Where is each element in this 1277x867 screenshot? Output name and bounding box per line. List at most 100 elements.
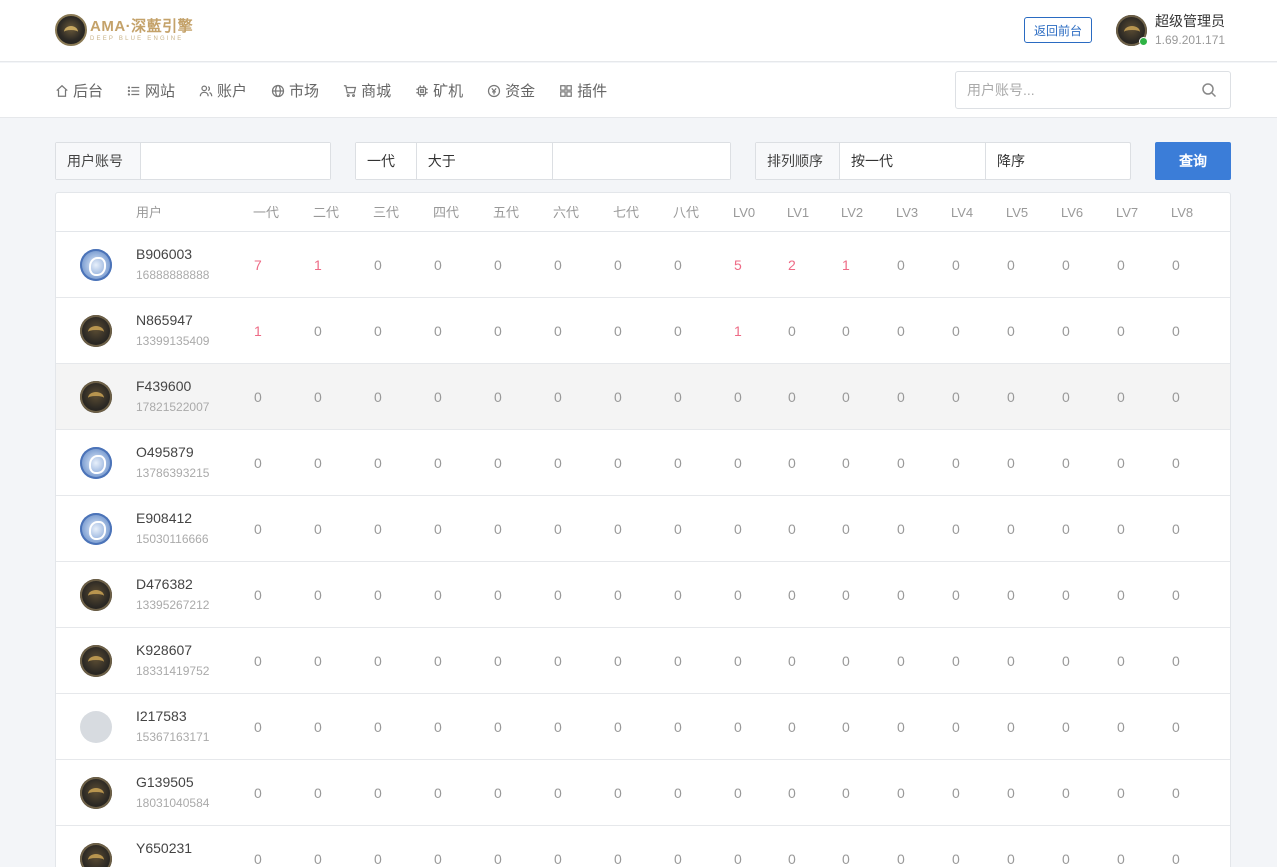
table-row[interactable]: O495879 13786393215 0 0 0 0 0 0 0 0 0 0 0 0 0 0 0 0 0 — [56, 430, 1230, 496]
count-cell: 0 — [374, 521, 382, 537]
user-phone: 13395267212 — [136, 598, 210, 612]
column-header: LV8 — [1171, 205, 1194, 220]
nav-item-4[interactable]: 商城 — [343, 80, 391, 101]
count-cell: 0 — [897, 653, 905, 669]
user-phone: 18331419752 — [136, 664, 210, 678]
count-cell: 0 — [434, 521, 442, 537]
count-cell: 0 — [788, 719, 796, 735]
account-filter: 用户账号 — [55, 142, 331, 180]
count-cell: 0 — [254, 851, 262, 867]
count-cell: 0 — [1117, 587, 1125, 603]
table-row[interactable]: B906003 16888888888 7 1 0 0 0 0 0 0 5 2 1 0 0 0 0 0 0 — [56, 232, 1230, 298]
count-cell: 0 — [842, 587, 850, 603]
count-cell: 0 — [1117, 521, 1125, 537]
user-account[interactable]: Y650231 — [136, 839, 192, 857]
count-cell: 0 — [374, 587, 382, 603]
search-icon[interactable] — [1201, 82, 1217, 98]
generation-select[interactable]: 一代 — [356, 143, 417, 179]
count-cell: 0 — [674, 851, 682, 867]
count-cell: 0 — [1007, 719, 1015, 735]
search-input[interactable] — [956, 72, 1201, 108]
avatar — [80, 447, 112, 479]
count-cell: 0 — [1172, 719, 1180, 735]
user-account[interactable]: I217583 — [136, 707, 187, 725]
avatar — [80, 711, 112, 743]
count-cell: 0 — [674, 587, 682, 603]
count-cell: 0 — [897, 257, 905, 273]
count-cell: 0 — [614, 455, 622, 471]
column-header: LV7 — [1116, 205, 1139, 220]
count-cell: 0 — [897, 521, 905, 537]
count-cell: 0 — [1062, 455, 1070, 471]
count-cell: 0 — [314, 323, 322, 339]
user-name: 超级管理员 — [1155, 13, 1225, 29]
user-account[interactable]: N865947 — [136, 311, 193, 329]
list-icon — [127, 85, 140, 96]
nav-item-7[interactable]: 插件 — [559, 80, 607, 101]
count-cell: 0 — [614, 521, 622, 537]
table-row[interactable]: K928607 18331419752 0 0 0 0 0 0 0 0 0 0 0 0 0 0 0 0 0 — [56, 628, 1230, 694]
avatar — [80, 645, 112, 677]
count-cell: 0 — [897, 455, 905, 471]
table-row[interactable]: D476382 13395267212 0 0 0 0 0 0 0 0 0 0 0 0 0 0 0 0 0 — [56, 562, 1230, 628]
user-account[interactable]: F439600 — [136, 377, 191, 395]
sort-direction-select[interactable]: 降序 — [986, 143, 1130, 179]
count-cell: 0 — [674, 455, 682, 471]
table-row[interactable]: Y650231 0 0 0 0 0 0 0 0 0 0 0 0 0 0 0 0 0 — [56, 826, 1230, 867]
count-cell: 0 — [374, 389, 382, 405]
table-row[interactable]: G139505 18031040584 0 0 0 0 0 0 0 0 0 0 0 0 0 0 0 0 0 — [56, 760, 1230, 826]
count-cell: 0 — [1117, 455, 1125, 471]
nav-item-label: 市场 — [289, 83, 320, 100]
user-account[interactable]: G139505 — [136, 773, 194, 791]
count-cell: 0 — [734, 785, 742, 801]
nav-item-3[interactable]: 市场 — [271, 80, 319, 101]
chip-icon — [416, 84, 428, 97]
column-header: LV5 — [1006, 205, 1029, 220]
column-header: 三代 — [373, 205, 400, 220]
count-cell: 0 — [734, 521, 742, 537]
user-account[interactable]: D476382 — [136, 575, 193, 593]
back-to-frontend-button[interactable]: 返回前台 — [1024, 17, 1092, 43]
threshold-input[interactable] — [553, 143, 730, 179]
column-header: LV1 — [787, 205, 810, 220]
count-cell: 0 — [897, 323, 905, 339]
user-menu[interactable]: 超级管理员 1.69.201.171 — [1116, 13, 1225, 48]
user-account[interactable]: B906003 — [136, 245, 192, 263]
online-status-icon — [1139, 37, 1148, 46]
table-row[interactable]: N865947 13399135409 1 0 0 0 0 0 0 0 1 0 0 0 0 0 0 0 0 — [56, 298, 1230, 364]
nav-item-1[interactable]: 网站 — [127, 80, 175, 101]
nav-item-6[interactable]: 资金 — [487, 80, 535, 101]
count-cell: 0 — [1117, 653, 1125, 669]
table-row[interactable]: E908412 15030116666 0 0 0 0 0 0 0 0 0 0 0 0 0 0 0 0 0 — [56, 496, 1230, 562]
account-filter-input[interactable] — [141, 143, 330, 179]
count-cell: 0 — [494, 719, 502, 735]
user-account[interactable]: K928607 — [136, 641, 192, 659]
logo[interactable]: AMA·深藍引擎 DEEP BLUE ENGINE — [55, 14, 193, 46]
count-cell: 0 — [554, 521, 562, 537]
generation-filter: 一代 大于 — [355, 142, 731, 180]
user-account[interactable]: O495879 — [136, 443, 194, 461]
count-cell: 0 — [614, 653, 622, 669]
nav-item-5[interactable]: 矿机 — [415, 80, 463, 101]
table-row[interactable]: I217583 15367163171 0 0 0 0 0 0 0 0 0 0 0 0 0 0 0 0 0 — [56, 694, 1230, 760]
sort-by-select[interactable]: 按一代 — [840, 143, 986, 179]
table-row[interactable]: F439600 17821522007 0 0 0 0 0 0 0 0 0 0 0 0 0 0 0 0 0 — [56, 364, 1230, 430]
column-header: LV4 — [951, 205, 974, 220]
count-cell: 0 — [314, 587, 322, 603]
query-button[interactable]: 查询 — [1155, 142, 1231, 180]
nav-item-0[interactable]: 后台 — [55, 80, 103, 101]
count-cell: 0 — [952, 851, 960, 867]
count-cell: 0 — [1062, 587, 1070, 603]
count-cell: 0 — [254, 587, 262, 603]
column-header: LV2 — [841, 205, 864, 220]
nav-item-2[interactable]: 账户 — [199, 80, 247, 101]
count-cell: 0 — [1007, 653, 1015, 669]
avatar[interactable] — [1116, 15, 1148, 46]
comparator-select[interactable]: 大于 — [417, 143, 553, 179]
user-account[interactable]: E908412 — [136, 509, 192, 527]
count-cell: 0 — [434, 587, 442, 603]
count-cell: 0 — [494, 587, 502, 603]
count-cell: 0 — [1062, 323, 1070, 339]
count-cell: 0 — [952, 587, 960, 603]
avatar — [80, 579, 112, 611]
